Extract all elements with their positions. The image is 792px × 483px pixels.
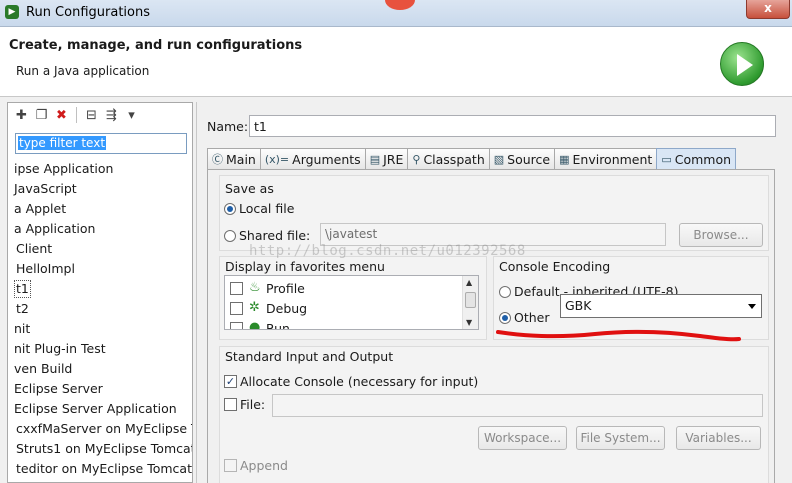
filter-input-text: type filter text: [18, 136, 107, 150]
tree-item[interactable]: t2: [8, 299, 192, 319]
favorites-title: Display in favorites menu: [225, 259, 385, 274]
configuration-tree: ipse Application JavaScript a Applet a A…: [8, 159, 192, 479]
file-label: File:: [240, 397, 266, 412]
tree-item-selected[interactable]: t1: [8, 279, 192, 299]
tab-main[interactable]: Ⓒ Main: [207, 148, 261, 169]
tree-item[interactable]: Eclipse Server: [8, 379, 192, 399]
encoding-select-value: GBK: [565, 298, 592, 313]
name-label: Name:: [207, 119, 249, 134]
save-as-group: Save as Local file Shared file: \javates…: [219, 175, 769, 251]
dialog-heading: Create, manage, and run configurations: [9, 38, 303, 53]
output-file-field[interactable]: [272, 394, 763, 417]
tab-source[interactable]: ▧ Source: [488, 148, 556, 169]
std-io-title: Standard Input and Output: [225, 349, 394, 364]
window-orb: [385, 0, 415, 10]
window-titlebar: ▶ Run Configurations x: [0, 0, 792, 27]
dialog-subheading: Run a Java application: [16, 64, 150, 78]
tree-item[interactable]: ipse Application: [8, 159, 192, 179]
source-tab-icon: ▧: [493, 152, 505, 166]
collapse-all-icon[interactable]: ⊟: [83, 107, 100, 124]
append-checkbox[interactable]: [224, 459, 237, 472]
tree-item[interactable]: cxxfMaServer on MyEclipse T: [8, 419, 192, 439]
tab-arguments[interactable]: (x)= Arguments: [259, 148, 366, 169]
profile-checkbox[interactable]: [230, 282, 243, 295]
tab-common[interactable]: ▭ Common: [656, 148, 737, 169]
window-title: Run Configurations: [26, 5, 150, 20]
tree-item[interactable]: Eclipse Server Application: [8, 399, 192, 419]
main-tab-icon: Ⓒ: [212, 153, 223, 166]
local-file-radio[interactable]: [224, 203, 236, 215]
watermark: http://blog.csdn.net/u012392568: [249, 243, 526, 259]
classpath-tab-icon: ⚲: [412, 152, 421, 166]
tree-item[interactable]: a Applet: [8, 199, 192, 219]
variables-button[interactable]: Variables...: [676, 426, 761, 450]
tree-item[interactable]: JavaScript: [8, 179, 192, 199]
toolbar-separator: [76, 107, 77, 123]
tree-item[interactable]: Client: [8, 239, 192, 259]
tree-item[interactable]: teditor on MyEclipse Tomcat: [8, 459, 192, 479]
file-system-button[interactable]: File System...: [576, 426, 665, 450]
run-label: Run: [266, 321, 290, 330]
dropdown-arrow-icon[interactable]: ▾: [123, 107, 140, 124]
tree-item[interactable]: nit Plug-in Test: [8, 339, 192, 359]
scroll-up-icon[interactable]: ▲: [466, 278, 472, 287]
common-tab-icon: ▭: [661, 152, 672, 166]
tree-item[interactable]: nit: [8, 319, 192, 339]
save-as-title: Save as: [225, 181, 274, 196]
encoding-select[interactable]: GBK: [560, 294, 762, 318]
tree-item[interactable]: a Application: [8, 219, 192, 239]
workspace-button[interactable]: Workspace...: [478, 426, 567, 450]
tab-jre[interactable]: ▤ JRE: [364, 148, 409, 169]
run-small-icon: ●: [249, 320, 261, 330]
favorites-scrollbar[interactable]: ▲ ▼: [462, 276, 478, 329]
local-file-label: Local file: [239, 201, 295, 216]
debug-checkbox[interactable]: [230, 302, 243, 315]
append-label: Append: [240, 458, 288, 473]
eclipse-run-icon: ▶: [5, 5, 19, 19]
delete-icon[interactable]: ✖: [53, 107, 70, 124]
run-checkbox[interactable]: [230, 322, 243, 329]
allocate-console-label: Allocate Console (necessary for input): [240, 374, 479, 389]
favorites-group: Display in favorites menu ♨ Profile ✲ De…: [219, 256, 487, 340]
tab-environment[interactable]: ▦ Environment: [554, 148, 658, 169]
name-field[interactable]: t1: [249, 115, 776, 137]
chevron-down-icon: [748, 304, 756, 309]
configuration-editor: Name: t1 Ⓒ Main (x)= Arguments ▤ JRE ⚲ Class…: [196, 102, 792, 483]
debug-label: Debug: [266, 301, 308, 316]
filter-icon[interactable]: ⇶: [103, 107, 120, 124]
close-window-button[interactable]: x: [746, 0, 790, 19]
scroll-down-icon[interactable]: ▼: [466, 318, 472, 327]
dialog-header: Create, manage, and run configurations R…: [0, 27, 792, 97]
console-encoding-title: Console Encoding: [499, 259, 611, 274]
run-icon: [720, 42, 764, 86]
config-tabs: Ⓒ Main (x)= Arguments ▤ JRE ⚲ Classpath ▧ Sou…: [207, 148, 737, 169]
std-io-group: Standard Input and Output ✓ Allocate Con…: [219, 346, 769, 483]
duplicate-icon[interactable]: ❐: [33, 107, 50, 124]
allocate-console-checkbox[interactable]: ✓: [224, 375, 237, 388]
tree-toolbar: ✚ ❐ ✖ ⊟ ⇶ ▾: [13, 107, 140, 125]
browse-button[interactable]: Browse...: [679, 223, 763, 247]
shared-file-radio[interactable]: [224, 230, 236, 242]
profile-label: Profile: [266, 281, 305, 296]
debug-icon: ✲: [249, 300, 260, 315]
filter-input[interactable]: type filter text: [15, 133, 187, 154]
new-config-icon[interactable]: ✚: [13, 107, 30, 124]
red-underline-annotation: [496, 329, 741, 342]
tab-classpath[interactable]: ⚲ Classpath: [407, 148, 490, 169]
profile-icon: ♨: [249, 280, 261, 295]
favorites-list: ♨ Profile ✲ Debug ● Run ▲ ▼: [224, 275, 479, 330]
default-encoding-radio[interactable]: [499, 286, 511, 298]
scroll-thumb[interactable]: [465, 292, 476, 308]
tree-item[interactable]: ven Build: [8, 359, 192, 379]
arguments-tab-icon: (x)=: [264, 152, 290, 166]
environment-tab-icon: ▦: [559, 152, 570, 166]
configuration-tree-panel: ✚ ❐ ✖ ⊟ ⇶ ▾ type filter text ipse Applic…: [7, 102, 193, 483]
tree-item[interactable]: Struts1 on MyEclipse Tomcat: [8, 439, 192, 459]
tree-item[interactable]: HelloImpl: [8, 259, 192, 279]
file-checkbox[interactable]: [224, 398, 237, 411]
shared-file-label: Shared file:: [239, 228, 311, 243]
jre-tab-icon: ▤: [369, 152, 381, 166]
